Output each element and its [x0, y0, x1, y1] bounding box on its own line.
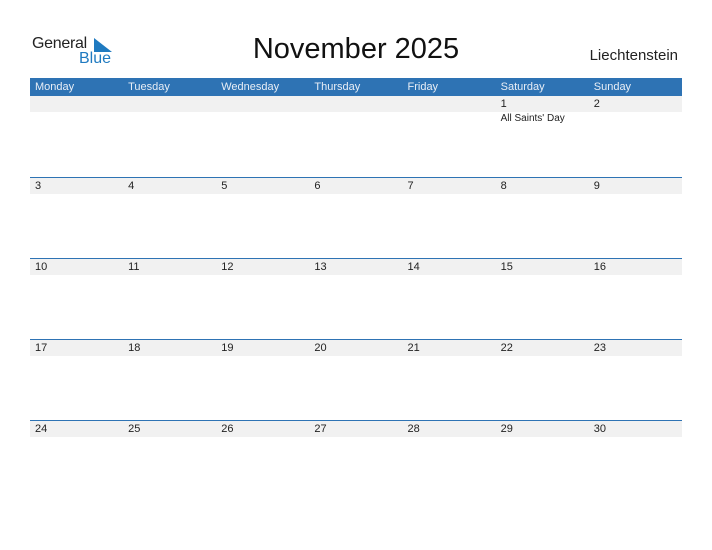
date-band: 17 18 19 20 21 22 23 — [30, 340, 682, 356]
day-number — [123, 96, 216, 112]
day-number — [309, 96, 402, 112]
day-number: 7 — [407, 180, 414, 192]
day-number — [403, 96, 496, 112]
day-number: 3 — [35, 180, 42, 192]
weekday-thursday: Thursday — [314, 81, 361, 93]
day-number: 16 — [593, 261, 606, 273]
day-number: 1 — [500, 98, 507, 110]
day-number: 22 — [500, 342, 513, 354]
day-number: 15 — [500, 261, 513, 273]
day-number: 4 — [128, 180, 135, 192]
date-band: 3 4 5 6 7 8 9 — [30, 178, 682, 194]
day-number: 28 — [407, 423, 420, 435]
day-number: 11 — [128, 261, 140, 273]
day-number: 29 — [500, 423, 513, 435]
day-number: 17 — [35, 342, 48, 354]
weekday-saturday: Saturday — [500, 81, 545, 93]
week-row: 1 2 All Saints' Day — [30, 96, 682, 177]
day-number: 14 — [407, 261, 420, 273]
weekday-monday: Monday — [35, 81, 75, 93]
events-row: All Saints' Day — [30, 112, 682, 126]
day-number — [30, 96, 123, 112]
week-row: 17 18 19 20 21 22 23 — [30, 339, 682, 420]
day-event: All Saints' Day — [500, 113, 565, 124]
day-number: 26 — [221, 423, 234, 435]
weekday-header: Monday Tuesday Wednesday Thursday Friday… — [30, 78, 682, 96]
day-event — [123, 112, 216, 126]
day-number: 12 — [221, 261, 234, 273]
weekday-wednesday: Wednesday — [221, 81, 280, 93]
day-number — [216, 96, 309, 112]
day-event — [403, 112, 496, 126]
day-number: 9 — [593, 180, 600, 192]
weekday-friday: Friday — [407, 81, 439, 93]
day-number: 13 — [314, 261, 327, 273]
day-number: 21 — [407, 342, 420, 354]
calendar-grid: Monday Tuesday Wednesday Thursday Friday… — [30, 78, 682, 501]
day-number: 23 — [593, 342, 606, 354]
week-row: 10 11 12 13 14 15 16 — [30, 258, 682, 339]
week-row: 24 25 26 27 28 29 30 — [30, 420, 682, 501]
day-number: 18 — [128, 342, 141, 354]
day-event — [216, 112, 309, 126]
day-number: 24 — [35, 423, 48, 435]
day-event — [309, 112, 402, 126]
day-event — [30, 112, 123, 126]
day-number: 6 — [314, 180, 321, 192]
day-number: 27 — [314, 423, 327, 435]
day-number: 20 — [314, 342, 327, 354]
date-band: 12 — [30, 96, 682, 112]
day-number: 30 — [593, 423, 606, 435]
day-number: 8 — [500, 180, 507, 192]
weekday-tuesday: Tuesday — [128, 81, 170, 93]
country-label: Liechtenstein — [589, 47, 678, 64]
day-number: 25 — [128, 423, 141, 435]
day-number: 19 — [221, 342, 234, 354]
day-event — [589, 112, 682, 126]
day-number: 5 — [221, 180, 228, 192]
day-number: 10 — [35, 261, 48, 273]
weekday-sunday: Sunday — [593, 81, 632, 93]
week-row: 3 4 5 6 7 8 9 — [30, 177, 682, 258]
date-band: 10 11 12 13 14 15 16 — [30, 259, 682, 275]
day-number: 2 — [593, 98, 600, 110]
date-band: 24 25 26 27 28 29 30 — [30, 421, 682, 437]
